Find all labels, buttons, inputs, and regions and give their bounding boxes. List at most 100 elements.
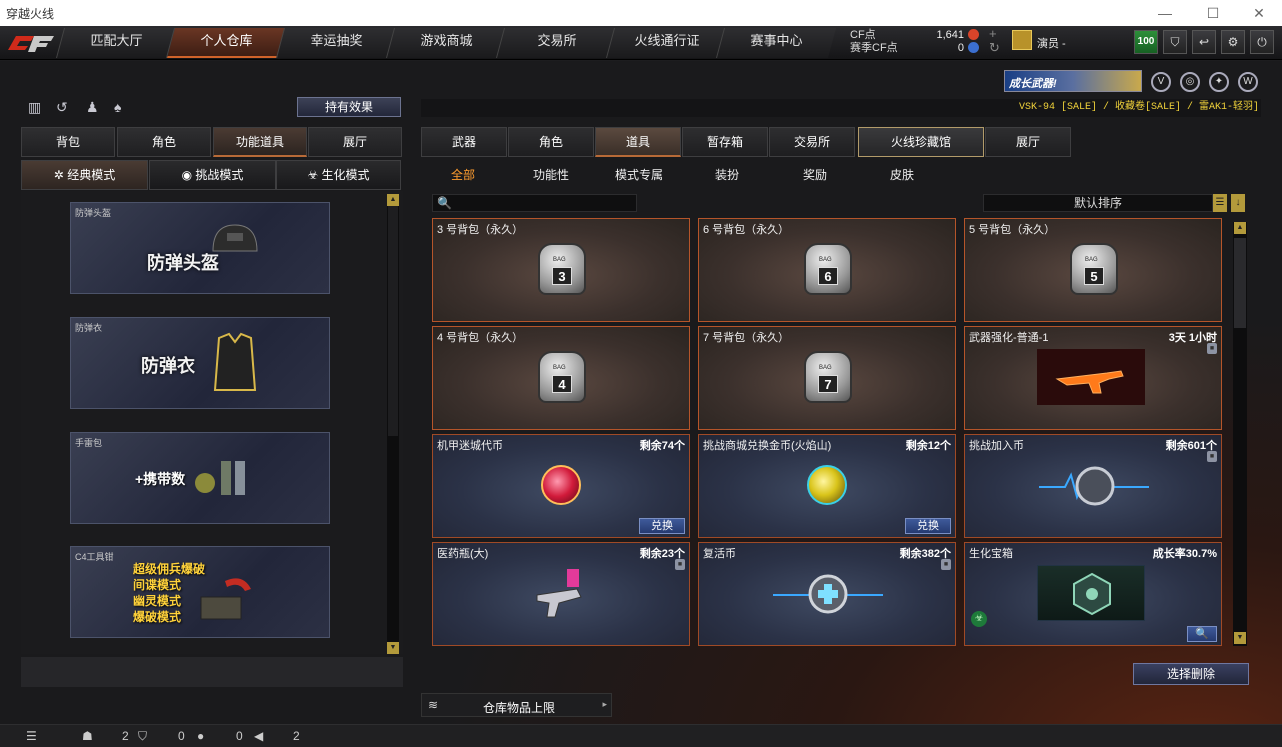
nav-tab-game-mall[interactable]: 游戏商城 bbox=[385, 28, 507, 58]
season-points-value: 0 bbox=[957, 42, 964, 54]
lock-icon: ■ bbox=[675, 559, 685, 570]
close-button[interactable]: ✕ bbox=[1239, 0, 1279, 26]
nav-tab-exchange[interactable]: 交易所 bbox=[495, 28, 617, 58]
item-card[interactable]: 机甲迷城代币 剩余74个 兑换 bbox=[432, 434, 690, 538]
refresh-icon[interactable]: ↻ bbox=[989, 40, 1000, 56]
points-values: 1,641 0 bbox=[900, 29, 964, 55]
growth-weapon-banner[interactable]: 成长武器! bbox=[1004, 70, 1142, 92]
right-scroll-thumb[interactable] bbox=[1234, 238, 1246, 328]
list-view-icon[interactable]: ☰ bbox=[1213, 194, 1227, 212]
mecha-token-icon bbox=[541, 465, 581, 505]
rank-badge bbox=[1012, 30, 1032, 50]
level-badge[interactable]: 100 bbox=[1134, 30, 1158, 54]
warehouse-limit-bar[interactable]: ≋ 仓库物品上限 ▸ bbox=[421, 693, 612, 717]
right-tab-exchange[interactable]: 交易所 bbox=[769, 127, 855, 157]
sort-dropdown[interactable]: 默认排序 bbox=[983, 194, 1213, 212]
bag-icon[interactable]: ♠ bbox=[114, 99, 132, 117]
nav-tab-battle-pass[interactable]: 火线通行证 bbox=[605, 28, 727, 58]
owned-effect-button[interactable]: 持有效果 bbox=[297, 97, 401, 117]
w-badge-icon[interactable]: W bbox=[1238, 72, 1258, 92]
left-tab-showroom[interactable]: 展厅 bbox=[308, 127, 402, 157]
item-card[interactable]: 7 号背包（永久） BAG 7 bbox=[698, 326, 956, 430]
left-tab-function-item[interactable]: 功能道具 bbox=[213, 127, 307, 157]
c4-tool-card[interactable]: C4工具钳 超级佣兵爆破 间谍模式 幽灵模式 爆破模式 bbox=[70, 546, 330, 638]
mode-tab-zombie[interactable]: ☣ 生化模式 bbox=[276, 160, 401, 190]
player-name: 演员 - bbox=[1037, 38, 1066, 50]
item-grid: 3 号背包（永久） BAG 3 6 号背包（永久） BAG 6 5 号背包（永久） … bbox=[432, 218, 1226, 650]
clan-count: 0 bbox=[178, 729, 185, 743]
gold-coin-icon bbox=[807, 465, 847, 505]
magnifier-icon[interactable]: 🔍 bbox=[1187, 626, 1217, 642]
challenge-mode-icon: ◉ bbox=[181, 168, 196, 182]
gear-icon[interactable]: ⚙ bbox=[1221, 30, 1245, 54]
left-tab-backpack[interactable]: 背包 bbox=[21, 127, 115, 157]
item-card[interactable]: 5 号背包（永久） BAG 5 bbox=[964, 218, 1222, 322]
right-tab-collection[interactable]: 火线珍藏馆 bbox=[858, 127, 984, 157]
subtab-all[interactable]: 全部 bbox=[451, 166, 475, 183]
grenade-pack-card[interactable]: 手雷包 +携带数 bbox=[70, 432, 330, 524]
left-scroll-thumb[interactable] bbox=[388, 206, 398, 436]
right-tab-showroom[interactable]: 展厅 bbox=[985, 127, 1071, 157]
star-badge-icon[interactable]: ✦ bbox=[1209, 72, 1229, 92]
item-card[interactable]: 武器强化-普通-1 3天 1小时 ■ bbox=[964, 326, 1222, 430]
subtab-skin[interactable]: 皮肤 bbox=[890, 166, 914, 183]
nav-tab-match-lobby[interactable]: 匹配大厅 bbox=[55, 28, 177, 58]
player-icon[interactable]: ♟ bbox=[86, 99, 104, 117]
right-tab-weapons[interactable]: 武器 bbox=[421, 127, 507, 157]
left-scroll-down-icon[interactable]: ▼ bbox=[387, 642, 399, 654]
helmet-icon bbox=[212, 224, 258, 252]
item-card[interactable]: 4 号背包（永久） BAG 4 bbox=[432, 326, 690, 430]
item-card[interactable]: 医药瓶(大) 剩余23个 ■ bbox=[432, 542, 690, 646]
menu-icon[interactable]: ☰ bbox=[26, 729, 37, 743]
item-card[interactable]: 复活币 剩余382个 ■ bbox=[698, 542, 956, 646]
exchange-button[interactable]: 兑换 bbox=[639, 518, 685, 534]
grenade-icon bbox=[195, 461, 245, 495]
globe-icon[interactable]: ◎ bbox=[1180, 72, 1200, 92]
subtab-outfit[interactable]: 装扮 bbox=[715, 166, 739, 183]
mode-tab-challenge[interactable]: ◉ 挑战模式 bbox=[149, 160, 276, 190]
maximize-button[interactable]: ☐ bbox=[1193, 0, 1233, 26]
history-icon[interactable]: ↺ bbox=[56, 99, 74, 117]
subtab-functional[interactable]: 功能性 bbox=[533, 166, 569, 183]
right-scroll-down-icon[interactable]: ▼ bbox=[1234, 632, 1246, 644]
chat-icon[interactable]: ● bbox=[197, 729, 204, 743]
cf-coin-icon bbox=[968, 29, 979, 40]
mode-tab-classic[interactable]: ✲ 经典模式 bbox=[21, 160, 148, 190]
vest-card[interactable]: 防弹衣 防弹衣 bbox=[70, 317, 330, 409]
item-card[interactable]: 3 号背包（永久） BAG 3 bbox=[432, 218, 690, 322]
friends-icon[interactable]: ☗ bbox=[82, 729, 93, 743]
right-tab-characters[interactable]: 角色 bbox=[508, 127, 594, 157]
item-card[interactable]: 6 号背包（永久） BAG 6 bbox=[698, 218, 956, 322]
right-tab-items[interactable]: 道具 bbox=[595, 127, 681, 157]
subtab-reward[interactable]: 奖励 bbox=[803, 166, 827, 183]
announcement-marquee: VSK-94 [SALE] / 收藏卷[SALE] / 雷AK1-轻羽] bbox=[421, 99, 1261, 117]
right-tab-storage[interactable]: 暂存箱 bbox=[682, 127, 768, 157]
weapon-upgrade-icon bbox=[1037, 349, 1145, 405]
helmet-card[interactable]: 防弹头盔 防弹头盔 bbox=[70, 202, 330, 294]
minimize-button[interactable]: — bbox=[1145, 0, 1185, 26]
right-scroll-up-icon[interactable]: ▲ bbox=[1234, 222, 1246, 234]
subtab-mode-exclusive[interactable]: 模式专属 bbox=[615, 166, 663, 183]
add-points-icon[interactable]: + bbox=[989, 26, 997, 41]
item-card[interactable]: 挑战加入币 剩余601个 ■ bbox=[964, 434, 1222, 538]
search-input[interactable]: 🔍 bbox=[432, 194, 637, 212]
badge-v-icon[interactable]: V bbox=[1151, 72, 1171, 92]
challenge-coin-icon bbox=[1039, 466, 1149, 506]
clan-icon[interactable]: ⛉ bbox=[138, 729, 147, 744]
bar-chart-icon[interactable]: ▥ bbox=[28, 99, 46, 117]
shield-icon[interactable]: ⛉ bbox=[1163, 30, 1187, 54]
item-card[interactable]: 挑战商城兑换金币(火焰山) 剩余12个 兑换 bbox=[698, 434, 956, 538]
sort-direction-icon[interactable]: ↓ bbox=[1231, 194, 1245, 212]
back-icon[interactable]: ↩ bbox=[1192, 30, 1216, 54]
speaker-icon[interactable]: ◀ bbox=[254, 729, 263, 743]
nav-tab-lucky-draw[interactable]: 幸运抽奖 bbox=[275, 28, 397, 58]
left-scroll-up-icon[interactable]: ▲ bbox=[387, 194, 399, 206]
power-icon[interactable]: ⏻ bbox=[1250, 30, 1274, 54]
item-card[interactable]: 生化宝箱 成长率30.7% ☣ 🔍 bbox=[964, 542, 1222, 646]
zombie-box-icon bbox=[1037, 565, 1145, 621]
nav-tab-personal-warehouse[interactable]: 个人仓库 bbox=[165, 28, 287, 58]
left-tab-character[interactable]: 角色 bbox=[117, 127, 211, 157]
nav-tab-event-center[interactable]: 赛事中心 bbox=[715, 28, 837, 58]
select-delete-button[interactable]: 选择删除 bbox=[1133, 663, 1249, 685]
exchange-button[interactable]: 兑换 bbox=[905, 518, 951, 534]
